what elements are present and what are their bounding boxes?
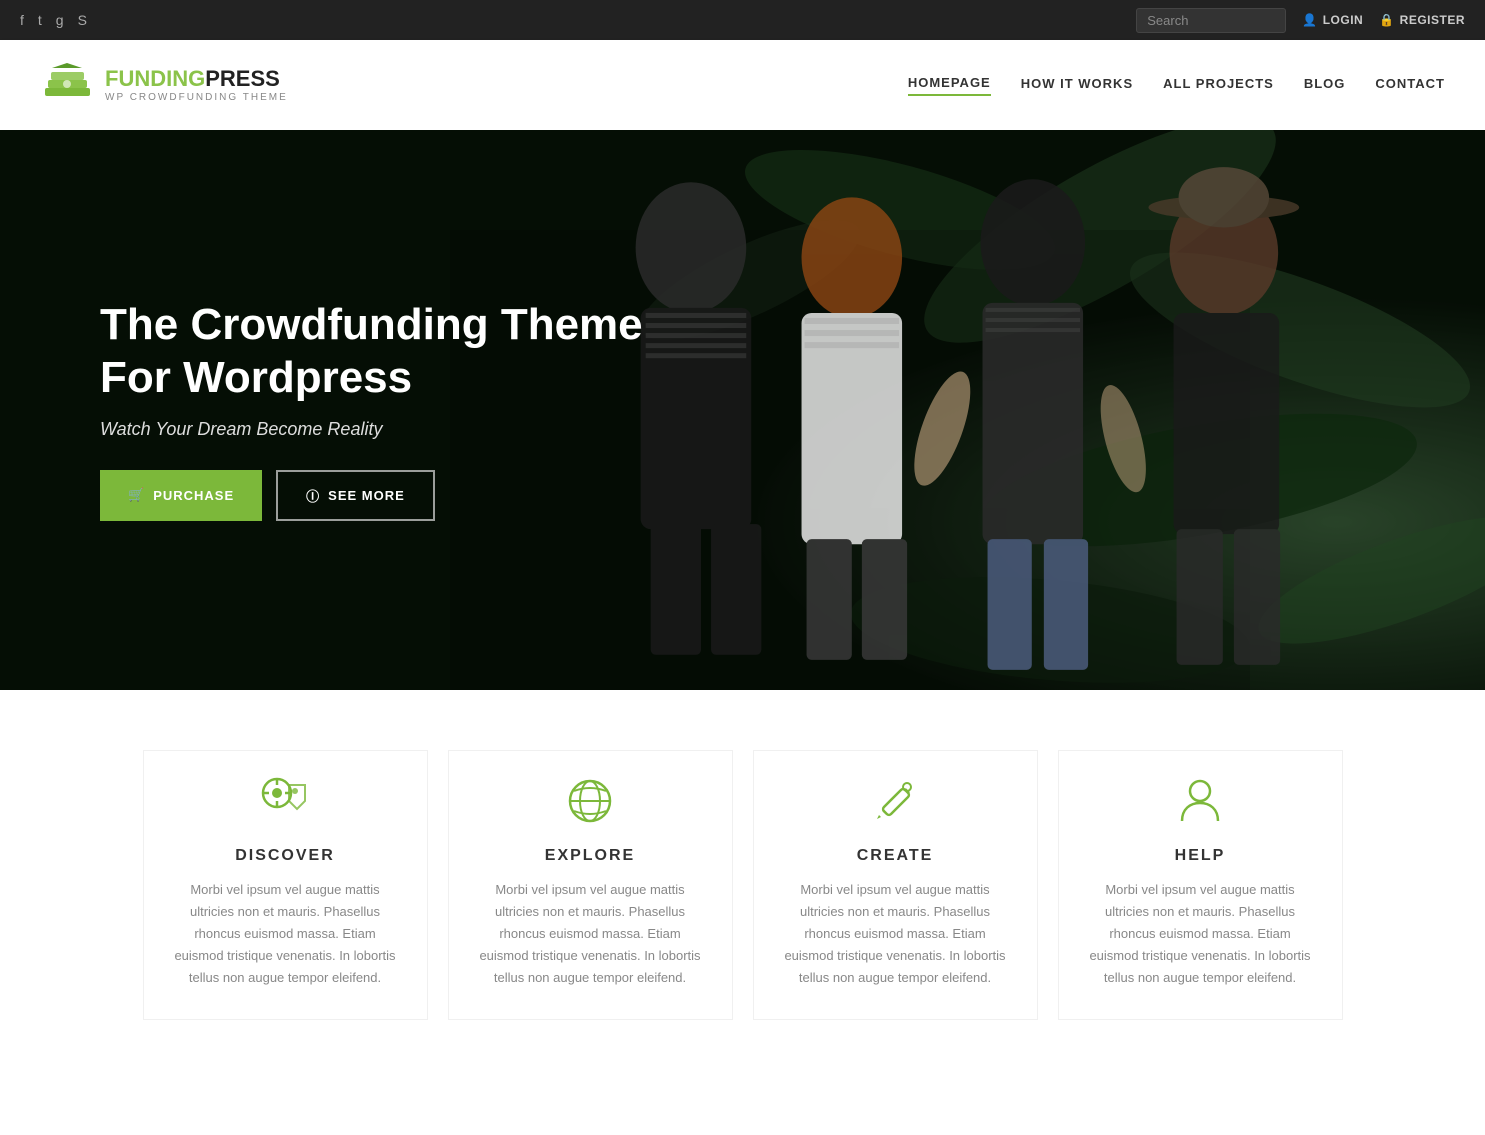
search-input[interactable] [1136,8,1286,33]
feature-create: CREATE Morbi vel ipsum vel augue mattis … [753,750,1038,1020]
login-icon: 👤 [1302,13,1317,27]
twitter-icon[interactable]: t [38,12,42,28]
register-icon: 🔒 [1379,13,1394,27]
explore-text: Morbi vel ipsum vel augue mattis ultrici… [479,879,702,989]
explore-icon-area [479,771,702,831]
logo-subtitle: WP CROWDFUNDING THEME [105,92,288,103]
person-icon [1176,777,1224,825]
hero-section: The Crowdfunding Theme For Wordpress Wat… [0,130,1485,690]
hero-content: The Crowdfunding Theme For Wordpress Wat… [0,299,700,521]
facebook-icon[interactable]: f [20,12,24,28]
nav-blog[interactable]: BLOG [1304,76,1346,95]
create-text: Morbi vel ipsum vel augue mattis ultrici… [784,879,1007,989]
feature-explore: EXPLORE Morbi vel ipsum vel augue mattis… [448,750,733,1020]
logo-funding: FUNDING [105,66,205,91]
purchase-button[interactable]: 🛒 PURCHASE [100,470,262,521]
feature-help: HELP Morbi vel ipsum vel augue mattis ul… [1058,750,1343,1020]
tag-icon [261,777,309,825]
logo-icon [40,63,95,108]
help-text: Morbi vel ipsum vel augue mattis ultrici… [1089,879,1312,989]
features-section: DISCOVER Morbi vel ipsum vel augue matti… [0,690,1485,1060]
create-icon-area [784,771,1007,831]
see-more-button[interactable]: ⓘ SEE MORE [276,470,435,521]
googleplus-icon[interactable]: g [56,12,64,28]
nav-how-it-works[interactable]: HOW IT WORKS [1021,76,1133,95]
logo[interactable]: FUNDINGPRESS WP CROWDFUNDING THEME [40,63,288,108]
main-nav: HOMEPAGE HOW IT WORKS ALL PROJECTS BLOG … [908,75,1445,96]
discover-title: DISCOVER [174,847,397,865]
hero-buttons: 🛒 PURCHASE ⓘ SEE MORE [100,470,700,521]
register-button[interactable]: 🔒 REGISTER [1379,13,1465,27]
pencil-icon [871,777,919,825]
discover-icon-area [174,771,397,831]
skype-icon[interactable]: S [78,12,87,28]
social-links: f t g S [20,12,87,28]
logo-press: PRESS [205,66,280,91]
help-icon-area [1089,771,1312,831]
nav-contact[interactable]: CONTACT [1375,76,1445,95]
nav-homepage[interactable]: HOMEPAGE [908,75,991,96]
nav-all-projects[interactable]: ALL PROJECTS [1163,76,1274,95]
feature-discover: DISCOVER Morbi vel ipsum vel augue matti… [143,750,428,1020]
globe-icon [566,777,614,825]
info-icon: ⓘ [306,486,320,505]
features-grid: DISCOVER Morbi vel ipsum vel augue matti… [143,750,1343,1020]
explore-title: EXPLORE [479,847,702,865]
hero-title: The Crowdfunding Theme For Wordpress [100,299,700,405]
top-bar: f t g S 👤 LOGIN 🔒 REGISTER [0,0,1485,40]
hero-subtitle: Watch Your Dream Become Reality [100,419,700,440]
discover-text: Morbi vel ipsum vel augue mattis ultrici… [174,879,397,989]
login-button[interactable]: 👤 LOGIN [1302,13,1363,27]
top-bar-right: 👤 LOGIN 🔒 REGISTER [1136,8,1465,33]
logo-text: FUNDINGPRESS WP CROWDFUNDING THEME [105,68,288,103]
cart-icon: 🛒 [128,487,145,503]
help-title: HELP [1089,847,1312,865]
create-title: CREATE [784,847,1007,865]
header: FUNDINGPRESS WP CROWDFUNDING THEME HOMEP… [0,40,1485,130]
